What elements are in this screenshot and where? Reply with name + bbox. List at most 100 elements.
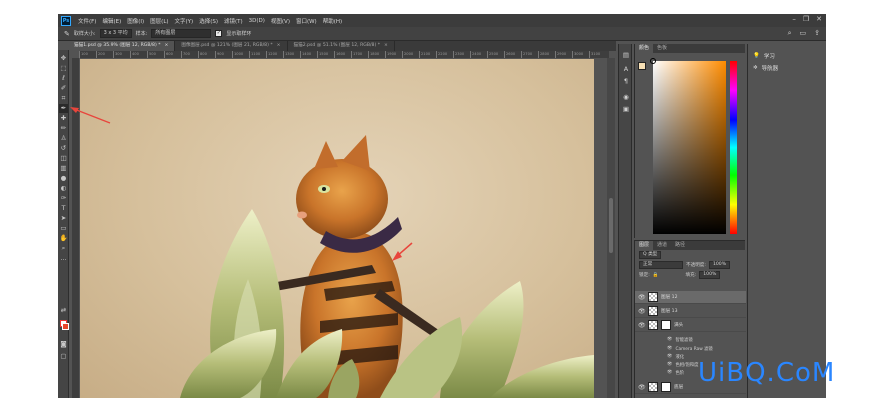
dodge-tool-icon[interactable]: ◐ (59, 184, 68, 193)
quick-mask-icon[interactable]: ◙ (59, 340, 68, 349)
close-icon[interactable]: ✕ (816, 15, 822, 23)
menu-3d[interactable]: 3D(D) (246, 18, 268, 24)
ruler-tick: 2000 (402, 51, 419, 58)
eye-icon[interactable]: 👁 (667, 370, 672, 375)
menu-help[interactable]: 帮助(H) (320, 17, 345, 25)
layer-filter-select[interactable]: Q 类型 (639, 251, 662, 259)
layer-row[interactable]: 👁 图层 13 (635, 305, 746, 318)
fill-input[interactable]: 100% (699, 271, 721, 279)
adjustments-icon[interactable]: ▣ (621, 104, 631, 114)
eraser-tool-icon[interactable]: ◫ (59, 154, 68, 163)
type-tool-icon[interactable]: T (59, 204, 68, 213)
lasso-tool-icon[interactable]: ℓ (59, 74, 68, 83)
tab-layers[interactable]: 图层 (635, 241, 654, 250)
pen-tool-icon[interactable]: ✑ (59, 194, 68, 203)
gradient-tool-icon[interactable]: ▥ (59, 164, 68, 173)
minimize-icon[interactable]: – (792, 15, 796, 23)
history-icon[interactable]: ▤ (621, 50, 631, 60)
screen-mode-icon[interactable]: ▢ (59, 352, 68, 361)
blend-mode-select[interactable]: 正常 (639, 261, 683, 269)
menu-layer[interactable]: 图层(L) (147, 17, 171, 25)
crop-tool-icon[interactable]: ⌗ (59, 94, 68, 103)
menu-filter[interactable]: 滤镜(T) (221, 17, 246, 25)
marquee-tool-icon[interactable]: ⬚ (59, 64, 68, 73)
libraries-icon[interactable]: ◉ (621, 92, 631, 102)
background-color-swatch[interactable] (62, 323, 69, 330)
scrollbar-thumb[interactable] (609, 198, 613, 253)
more-tools-icon[interactable]: ··· (59, 256, 68, 265)
move-tool-icon[interactable]: ✥ (59, 54, 68, 63)
tab-channels[interactable]: 通道 (653, 241, 671, 250)
menu-view[interactable]: 视图(V) (268, 17, 293, 25)
menu-type[interactable]: 文字(Y) (172, 17, 197, 25)
tab-doc-1[interactable]: 猫猫1.psd @ 35.9% (图层 12, RGB/8) * × (68, 41, 176, 51)
filter-item-label: 液化 (675, 354, 685, 360)
learn-item[interactable]: 💡 学习 (748, 50, 826, 62)
eye-icon[interactable]: 👁 (667, 362, 672, 367)
eye-icon[interactable]: 👁 (667, 337, 672, 342)
document-canvas[interactable] (80, 59, 594, 398)
eye-icon[interactable]: 👁 (638, 294, 646, 301)
brush-tool-icon[interactable]: ✏ (59, 124, 68, 133)
eyedropper-tool-icon[interactable]: ✒ (59, 104, 68, 113)
tab-color[interactable]: 颜色 (635, 44, 654, 53)
vertical-scrollbar[interactable] (607, 58, 615, 398)
color-panel-tabs: 颜色 色板 (635, 44, 745, 53)
layer-thumbnail (648, 306, 658, 316)
tab-label: 猫猫2.psd @ 51.1% (图层 12, RGB/8) * (293, 43, 381, 48)
healing-tool-icon[interactable]: ✚ (59, 114, 68, 123)
menu-edit[interactable]: 编辑(E) (99, 17, 124, 25)
quick-select-tool-icon[interactable]: ✐ (59, 84, 68, 93)
eye-icon[interactable]: 👁 (638, 322, 646, 329)
lock-icon[interactable]: 🔒 (653, 273, 659, 278)
layer-row[interactable]: 👁 图层 12 (635, 291, 746, 304)
menu-window[interactable]: 窗口(W) (293, 17, 320, 25)
blur-tool-icon[interactable]: ● (59, 174, 68, 183)
menu-image[interactable]: 图像(I) (124, 17, 147, 25)
character-icon[interactable]: A (621, 64, 631, 74)
zoom-tool-icon[interactable]: ⌕ (59, 244, 68, 253)
navigator-item[interactable]: ✲ 导航器 (748, 62, 826, 74)
tab-close-icon[interactable]: × (277, 41, 281, 51)
path-select-tool-icon[interactable]: ➤ (59, 214, 68, 223)
filter-item-row[interactable]: 👁 Camera Raw 滤镜 (635, 345, 746, 352)
foreground-color-chip[interactable] (638, 62, 646, 70)
menu-select[interactable]: 选择(S) (196, 17, 221, 25)
show-ring-checkbox[interactable]: ✓ (215, 30, 223, 37)
restore-icon[interactable]: ❐ (803, 15, 809, 23)
tab-close-icon[interactable]: × (165, 41, 169, 51)
swap-colors-icon[interactable]: ⇄ (59, 306, 68, 315)
tab-paths[interactable]: 路径 (671, 241, 689, 250)
menu-file[interactable]: 文件(F) (75, 17, 99, 25)
stamp-tool-icon[interactable]: ♙ (59, 134, 68, 143)
sample-size-select[interactable]: 3 x 3 平均 (99, 29, 132, 38)
hand-tool-icon[interactable]: ✋ (59, 234, 68, 243)
search-icon[interactable]: ⌕ (788, 29, 792, 38)
eyedropper-tool-icon[interactable]: ✎ (64, 30, 70, 38)
workspace-icon[interactable]: ▭ (800, 29, 807, 38)
paragraph-icon[interactable]: ¶ (621, 76, 631, 86)
eye-icon[interactable]: 👁 (667, 354, 672, 359)
eye-icon[interactable]: 👁 (638, 308, 646, 315)
smart-filters-row[interactable]: 👁 智能滤镜 (635, 336, 746, 343)
tab-close-icon[interactable]: × (384, 41, 388, 51)
learn-panel: 💡 学习 ✲ 导航器 (747, 44, 826, 398)
hue-slider[interactable] (730, 61, 737, 234)
ruler-tick: 2500 (487, 51, 504, 58)
ruler-tick: 1100 (249, 51, 266, 58)
tab-swatches[interactable]: 色板 (653, 44, 671, 53)
color-field[interactable] (653, 61, 726, 234)
opacity-input[interactable]: 100% (708, 261, 731, 269)
sample-select[interactable]: 所有图层 (151, 29, 212, 38)
eye-icon[interactable]: 👁 (667, 346, 672, 351)
share-icon[interactable]: ⇪ (814, 29, 820, 38)
color-picker-marker[interactable] (650, 58, 656, 64)
tab-doc-3[interactable]: 猫猫2.psd @ 51.1% (图层 12, RGB/8) * × (288, 41, 395, 51)
shape-tool-icon[interactable]: ▭ (59, 224, 68, 233)
layer-row[interactable]: 👁 满头 (635, 319, 746, 332)
lock-row: 锁定: 🔒 填充: 100% (635, 270, 745, 280)
history-brush-tool-icon[interactable]: ↺ (59, 144, 68, 153)
eye-icon[interactable]: 👁 (638, 384, 646, 391)
tab-doc-2[interactable]: 图像图层.psd @ 121% (图层 21, RGB/8) * × (175, 41, 288, 51)
ruler-tick: 1500 (317, 51, 334, 58)
